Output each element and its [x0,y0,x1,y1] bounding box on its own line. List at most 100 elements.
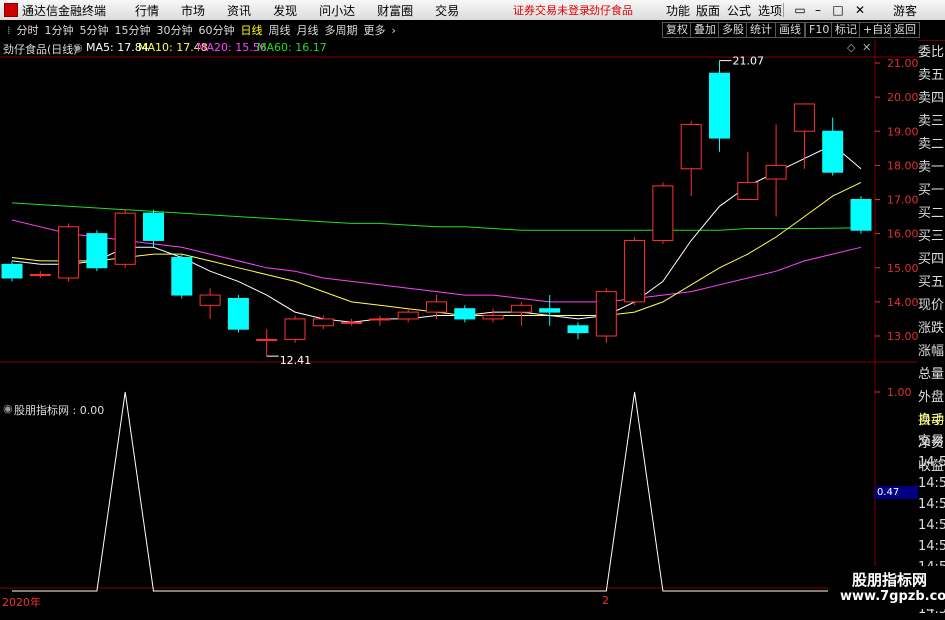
watermark-url: www.7gpzb.com [840,589,945,604]
price-tick-label: 16.00 [887,228,918,241]
menu-discover[interactable]: 发现 [273,2,297,19]
price-tick-label: 19.00 [887,125,918,138]
candle [624,237,646,306]
menu-wealth[interactable]: 财富圈 [377,2,413,19]
order-item-13: 涨幅 [918,344,945,359]
title-bar: 通达信金融终端 行情 市场 资讯 发现 问小达 财富圈 交易 证券交易未登录 劲… [0,0,945,20]
candle [171,254,193,299]
settings-circle-icon[interactable]: ◉ [73,41,83,54]
order-item-14: 总量 [918,367,945,382]
tool-multi-stock[interactable]: 多股 [718,22,748,38]
order-item-6: 买一 [918,183,945,198]
tool-overlay[interactable]: 叠加 [690,22,720,38]
order-item-9: 买四 [918,252,945,267]
close-icon[interactable]: ✕ [852,2,868,18]
x-axis-start-label: 2020年 [2,596,41,609]
order-item-5: 卖一 [918,160,945,175]
trade-item-1: 交易 [918,434,945,449]
candle [227,295,249,333]
order-item-12: 涨跌 [918,321,945,336]
ma60-label: MA60: 16.17 [257,41,327,54]
order-item-11: 现价 [918,298,945,313]
tool-draw-line[interactable]: 画线 [775,22,805,38]
order-item-0: 委比 [918,45,945,60]
period-monthly[interactable]: 月线 [294,22,322,38]
price-tick-label: 13.00 [887,330,918,343]
tool-statistics[interactable]: 统计 [746,22,776,38]
period-more[interactable]: 更多 [361,22,389,38]
close-pane-icon[interactable]: ✕ [862,41,871,54]
trade-item-0[interactable]: 自动 [918,410,945,431]
trade-item-5: 14:56 [918,518,945,533]
order-item-10: 买五 [918,275,945,290]
trade-item-4: 14:56 [918,497,945,512]
candle [709,60,730,152]
menu-news[interactable]: 资讯 [227,2,251,19]
title-separator [783,3,784,17]
diamond-icon[interactable]: ◇ [847,41,855,54]
price-tick-label: 21.00 [887,57,918,70]
cursor-value-box: 0.47 [875,486,918,499]
tool-f10[interactable]: F10 [805,22,834,38]
menu-assistant[interactable]: 问小达 [319,2,355,19]
low-price-label: 12.41 [280,354,312,367]
period-multi[interactable]: 多周期 [322,22,361,38]
trade-item-6: 14:56 [918,539,945,554]
indicator-title: 股朋指标网 : 0.00 [14,404,105,417]
order-item-4: 卖二 [918,137,945,152]
candle [86,230,108,272]
candle [284,315,306,343]
app-name: 通达信金融终端 [22,3,107,18]
high-price-label: 21.07 [733,55,765,68]
period-1min[interactable]: 1分钟 [42,22,77,38]
menu-quotes[interactable]: 行情 [135,2,159,19]
period-daily[interactable]: 日线 [238,22,266,38]
trade-login-warning[interactable]: 证券交易未登录 [513,2,590,18]
indicator-settings-icon[interactable]: ◉ [3,402,13,415]
chart-area[interactable]: 21.0020.0019.0018.0017.0016.0015.0014.00… [0,40,918,609]
title-stock-name: 劲仔食品 [589,4,633,17]
menu-formula[interactable]: 公式 [727,2,751,19]
order-item-3: 卖三 [918,114,945,129]
stock-title: 劲仔食品(日线) [3,43,78,56]
menu-options[interactable]: 选项 [758,2,782,19]
minimize-icon[interactable]: ▭ [792,2,808,18]
menu-trade[interactable]: 交易 [435,2,459,19]
price-tick-label: 20.00 [887,91,918,104]
tool-back[interactable]: 返回 [890,22,920,38]
price-tick-label: 18.00 [887,159,918,172]
tool-adjust[interactable]: 复权 [662,22,692,38]
candle [595,288,617,343]
more-chevron-icon[interactable]: › [389,24,399,37]
app-logo-icon [4,3,18,17]
order-item-1: 卖五 [918,68,945,83]
order-item-8: 买三 [918,229,945,244]
candle [58,223,80,282]
period-30min[interactable]: 30分钟 [154,22,196,38]
period-15min[interactable]: 15分钟 [112,22,154,38]
price-tick-label: 15.00 [887,262,918,275]
period-5min[interactable]: 5分钟 [77,22,112,38]
price-tick-label: 14.00 [887,296,918,309]
menu-function[interactable]: 功能 [666,2,690,19]
order-item-7: 买二 [918,206,945,221]
period-intraday[interactable]: 分时 [14,22,42,38]
watermark-title: 股朋指标网 [852,571,928,589]
toolbar-handle-icon: ⁞ [7,23,11,37]
candle [114,209,136,268]
period-60min[interactable]: 60分钟 [196,22,238,38]
order-item-2: 卖四 [918,91,945,106]
menu-layout[interactable]: 版面 [696,2,720,19]
price-tick-label: 17.00 [887,194,918,207]
maximize-icon[interactable]: □ [830,2,846,18]
menu-market[interactable]: 市场 [181,2,205,19]
candle [652,182,674,244]
candle [1,260,23,282]
tool-mark[interactable]: 标记 [831,22,861,38]
indicator-tick-label: 1.00 [887,386,912,399]
guest-user[interactable]: 游客 [893,2,917,19]
minimize-window-icon[interactable]: – [810,2,826,18]
x-axis-mid-label: 2 [602,594,609,607]
candle [850,196,872,234]
period-weekly[interactable]: 周线 [266,22,294,38]
